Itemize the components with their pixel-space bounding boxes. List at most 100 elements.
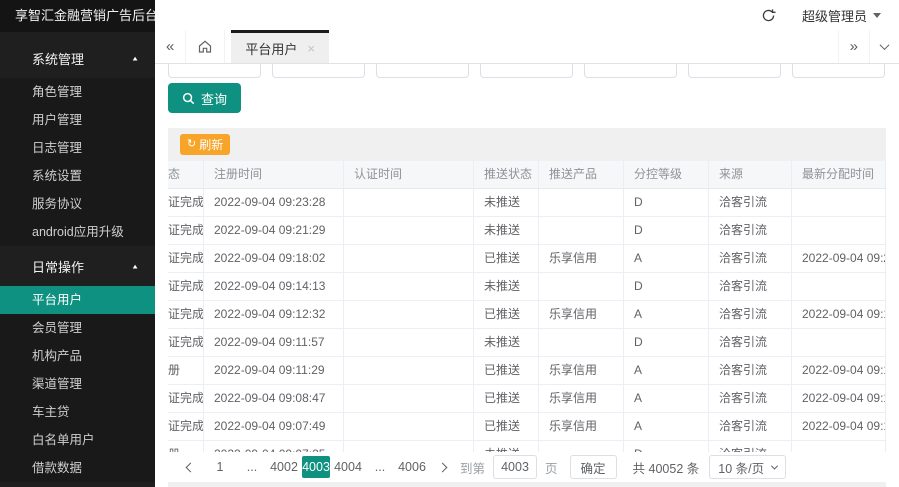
table-row[interactable]: 证完成2022-09-04 09:18:02已推送乐享信用A洽客引流2022-0…: [168, 245, 886, 273]
filter-input-4[interactable]: [584, 64, 677, 78]
sidebar-item-android应用升级[interactable]: android应用升级: [0, 218, 155, 246]
col-header-1: 注册时间: [204, 161, 344, 188]
table-row[interactable]: 证完成2022-09-04 09:08:47已推送乐享信用A洽客引流2022-0…: [168, 385, 886, 413]
table-row[interactable]: 册2022-09-04 09:11:29已推送乐享信用A洽客引流2022-09-…: [168, 357, 886, 385]
table-body: 证完成2022-09-04 09:23:28未推送D洽客引流证完成2022-09…: [168, 189, 886, 469]
cell-7: 2022-09-04 09:10:0: [792, 385, 886, 412]
chevron-down-icon: [873, 13, 881, 18]
topbar: 超级管理员: [155, 0, 899, 30]
filter-input-6[interactable]: [792, 64, 885, 78]
cell-2: [344, 301, 474, 328]
page-size-value: 10 条/页: [718, 458, 764, 477]
table-row[interactable]: 证完成2022-09-04 09:21:29未推送D洽客引流: [168, 217, 886, 245]
filter-inputs-row: [168, 64, 886, 79]
sidebar-item-白名单用户[interactable]: 白名单用户: [0, 426, 155, 454]
filter-input-5[interactable]: [688, 64, 781, 78]
sidebar-item-系统设置[interactable]: 系统设置: [0, 162, 155, 190]
col-header-4: 推送产品: [539, 161, 624, 188]
tabs-menu-icon[interactable]: [869, 30, 899, 63]
cell-3: 未推送: [474, 189, 539, 216]
refresh-icon[interactable]: [761, 8, 776, 23]
table-header-row: 态注册时间认证时间推送状态推送产品分控等级来源最新分配时间: [168, 161, 886, 189]
cell-7: [792, 189, 886, 216]
tab-label: 平台用户: [245, 39, 297, 58]
cell-1: 2022-09-04 09:11:57: [204, 329, 344, 356]
cell-7: [792, 329, 886, 356]
table-row[interactable]: 证完成2022-09-04 09:07:49已推送乐享信用A洽客引流2022-0…: [168, 413, 886, 441]
page-button-1[interactable]: 1: [206, 456, 234, 478]
page-button-4004[interactable]: 4004: [334, 456, 362, 478]
sidebar-group-label: 日常操作: [32, 257, 84, 276]
cell-4: 乐享信用: [539, 413, 624, 440]
page-button-4006[interactable]: 4006: [398, 456, 426, 478]
sidebar-group-0[interactable]: 系统管理▲: [0, 38, 155, 78]
cell-2: [344, 273, 474, 300]
user-menu[interactable]: 超级管理员: [802, 6, 881, 25]
filter-input-0[interactable]: [168, 64, 261, 78]
home-icon[interactable]: [186, 30, 225, 63]
table-row[interactable]: 证完成2022-09-04 09:11:57未推送D洽客引流: [168, 329, 886, 357]
prev-page-icon[interactable]: [178, 455, 202, 479]
cell-6: 洽客引流: [709, 189, 792, 216]
cell-5: A: [624, 357, 709, 384]
search-button[interactable]: 查询: [168, 83, 241, 113]
sidebar-group-1[interactable]: 日常操作▲: [0, 246, 155, 286]
tabs-scroll-right-icon[interactable]: »: [838, 30, 869, 63]
cell-6: 洽客引流: [709, 329, 792, 356]
cell-5: A: [624, 413, 709, 440]
chevron-right-icon: [437, 462, 447, 472]
cell-1: 2022-09-04 09:07:49: [204, 413, 344, 440]
table-row[interactable]: 证完成2022-09-04 09:23:28未推送D洽客引流: [168, 189, 886, 217]
table-row[interactable]: 证完成2022-09-04 09:12:32已推送乐享信用A洽客引流2022-0…: [168, 301, 886, 329]
cell-1: 2022-09-04 09:11:29: [204, 357, 344, 384]
cell-0: 证完成: [168, 413, 204, 440]
next-page-icon[interactable]: [430, 455, 454, 479]
cell-4: [539, 217, 624, 244]
cell-2: [344, 329, 474, 356]
cell-4: [539, 189, 624, 216]
page-button-4003[interactable]: 4003: [302, 456, 330, 478]
cell-5: D: [624, 273, 709, 300]
col-header-2: 认证时间: [344, 161, 474, 188]
sidebar-item-会员管理[interactable]: 会员管理: [0, 314, 155, 342]
sidebar-item-渠道管理[interactable]: 渠道管理: [0, 370, 155, 398]
sidebar-item-平台用户[interactable]: 平台用户: [0, 286, 155, 314]
page-ellipsis[interactable]: ...: [238, 456, 266, 478]
sidebar-item-车主贷[interactable]: 车主贷: [0, 398, 155, 426]
refresh-table-button[interactable]: ↻刷新: [180, 134, 230, 155]
page-size-select[interactable]: 10 条/页: [709, 455, 786, 479]
sidebar-item-角色管理[interactable]: 角色管理: [0, 78, 155, 106]
cell-2: [344, 189, 474, 216]
sidebar-item-服务协议[interactable]: 服务协议: [0, 190, 155, 218]
filter-input-2[interactable]: [376, 64, 469, 78]
cell-0: 证完成: [168, 385, 204, 412]
cell-1: 2022-09-04 09:21:29: [204, 217, 344, 244]
sidebar-item-机构产品[interactable]: 机构产品: [0, 342, 155, 370]
close-icon[interactable]: ×: [307, 42, 315, 55]
sidebar-item-日志管理[interactable]: 日志管理: [0, 134, 155, 162]
tabs-scroll-left-icon[interactable]: «: [155, 30, 186, 63]
page-button-4002[interactable]: 4002: [270, 456, 298, 478]
goto-confirm-button[interactable]: 确定: [570, 455, 617, 479]
filter-input-3[interactable]: [480, 64, 573, 78]
col-header-6: 来源: [709, 161, 792, 188]
sidebar-item-用户管理[interactable]: 用户管理: [0, 106, 155, 134]
cell-2: [344, 385, 474, 412]
cell-4: 乐享信用: [539, 301, 624, 328]
tab-platform-users[interactable]: 平台用户 ×: [231, 30, 329, 63]
col-header-7: 最新分配时间: [792, 161, 886, 188]
refresh-button-label: 刷新: [199, 136, 223, 153]
page-ellipsis[interactable]: ...: [366, 456, 394, 478]
table-toolbar: ↻刷新: [168, 128, 886, 161]
filter-input-1[interactable]: [272, 64, 365, 78]
sidebar-item-借款数据[interactable]: 借款数据: [0, 454, 155, 482]
cell-0: 证完成: [168, 245, 204, 272]
cell-0: 册: [168, 357, 204, 384]
cell-4: [539, 329, 624, 356]
cell-2: [344, 357, 474, 384]
cell-3: 未推送: [474, 217, 539, 244]
goto-page-input[interactable]: [493, 455, 537, 479]
cell-1: 2022-09-04 09:18:02: [204, 245, 344, 272]
table-row[interactable]: 证完成2022-09-04 09:14:13未推送D洽客引流: [168, 273, 886, 301]
sidebar-group-label: 系统管理: [32, 49, 84, 68]
